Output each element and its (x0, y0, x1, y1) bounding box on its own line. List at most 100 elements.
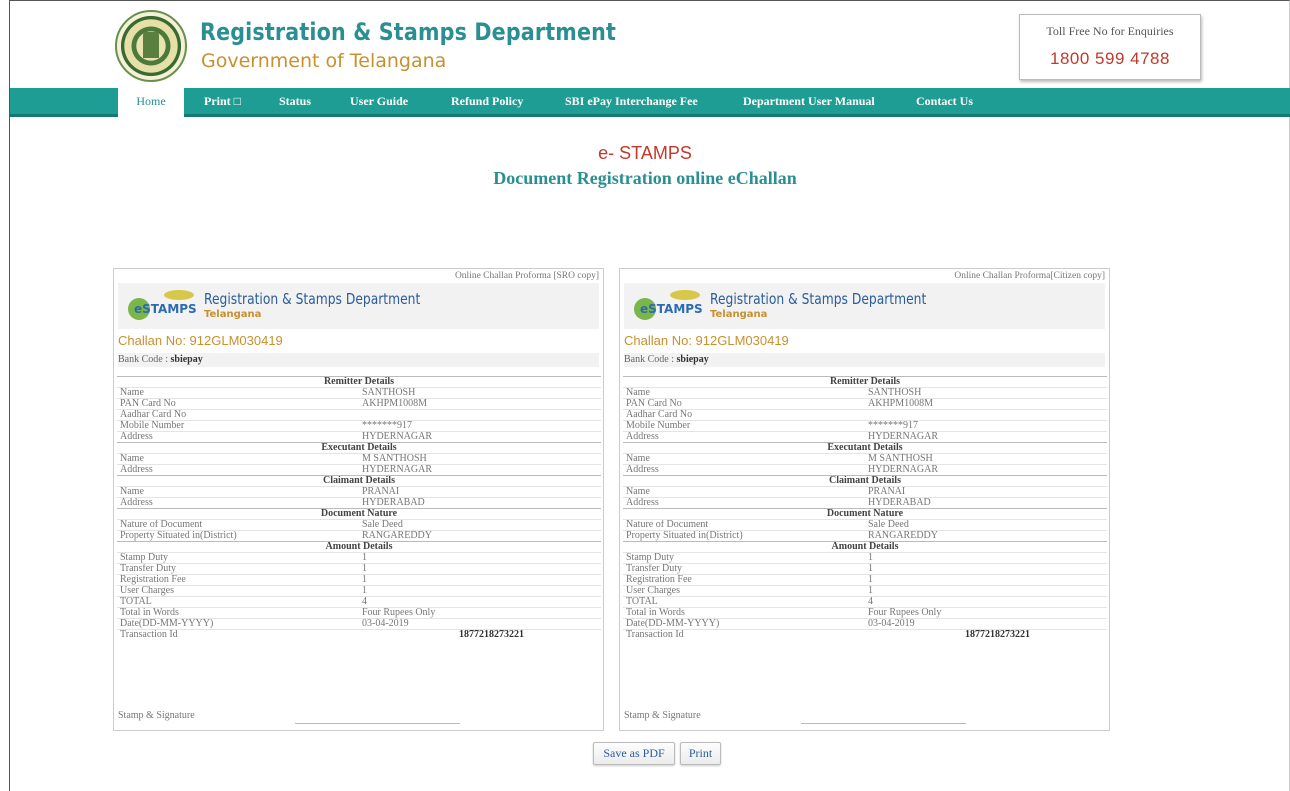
section-header-row: Executant Details (117, 442, 601, 454)
detail-value: HYDERABAD (865, 497, 1107, 509)
detail-value: HYDERNAGAR (359, 431, 601, 443)
section-header-row: Amount Details (117, 541, 601, 553)
toll-free-box: Toll Free No for Enquiries 1800 599 4788 (1019, 14, 1201, 80)
signature-line (801, 723, 966, 724)
section-header-row: Claimant Details (623, 475, 1107, 487)
transaction-label: Transaction Id (117, 629, 359, 640)
section-header-row: Amount Details (623, 541, 1107, 553)
detail-label: Property Situated in(District) (117, 530, 359, 542)
nav-user-guide[interactable]: User Guide (350, 88, 408, 114)
detail-label: Address (623, 497, 865, 509)
section-header-row: Remitter Details (117, 376, 601, 388)
detail-row: Stamp Duty 1 (117, 552, 601, 564)
estamps-logo: eSTAMPS (122, 288, 198, 324)
detail-row: Mobile Number *******917 (117, 420, 601, 432)
print-button[interactable]: Print (680, 742, 721, 765)
nav-refund-policy[interactable]: Refund Policy (451, 88, 523, 114)
detail-value: 1 (359, 585, 601, 597)
estamps-heading: e- STAMPS (598, 143, 692, 163)
nav-print[interactable]: Print □ (204, 88, 241, 114)
detail-value (865, 409, 1107, 421)
detail-value: Four Rupees Only (359, 607, 601, 619)
detail-value: HYDERNAGAR (865, 431, 1107, 443)
detail-row: Name SANTHOSH (117, 387, 601, 399)
stamp-signature-label: Stamp & Signature (624, 710, 701, 721)
detail-value: HYDERABAD (359, 497, 601, 509)
detail-value: 03-04-2019 (359, 618, 601, 630)
section-title: Executant Details (623, 442, 1107, 454)
challan-logo-bar: eSTAMPS Registration & Stamps Department… (118, 283, 599, 329)
detail-row: Address HYDERNAGAR (623, 464, 1107, 476)
detail-label: PAN Card No (623, 398, 865, 410)
detail-value: 4 (359, 596, 601, 608)
challan-panel-citizen: Online Challan Proforma[Citizen copy] eS… (619, 268, 1110, 731)
detail-value: HYDERNAGAR (359, 464, 601, 476)
detail-row: Property Situated in(District) RANGAREDDY (117, 530, 601, 542)
section-header-row: Remitter Details (623, 376, 1107, 388)
detail-row: Property Situated in(District) RANGAREDDY (623, 530, 1107, 542)
transaction-id: 1877218273221 (359, 629, 601, 640)
transaction-label: Transaction Id (623, 629, 865, 640)
detail-label: Total in Words (117, 607, 359, 619)
detail-value: *******917 (865, 420, 1107, 432)
detail-row: PAN Card No AKHPM1008M (623, 398, 1107, 410)
detail-label: Mobile Number (623, 420, 865, 432)
detail-label: Property Situated in(District) (623, 530, 865, 542)
detail-value: 1 (865, 552, 1107, 564)
detail-label: Stamp Duty (117, 552, 359, 564)
bank-code-label: Bank Code : (624, 354, 674, 365)
proforma-label: Online Challan Proforma [SRO copy] (454, 271, 599, 281)
detail-label: PAN Card No (117, 398, 359, 410)
detail-label: Address (623, 464, 865, 476)
detail-value: 1 (865, 563, 1107, 575)
detail-value: RANGAREDDY (865, 530, 1107, 542)
save-as-pdf-button[interactable]: Save as PDF (593, 742, 675, 765)
detail-row: Address HYDERABAD (623, 497, 1107, 509)
detail-row: Nature of Document Sale Deed (623, 519, 1107, 531)
estamps-logo: eSTAMPS (628, 288, 704, 324)
detail-value: HYDERNAGAR (865, 464, 1107, 476)
detail-row: User Charges 1 (117, 585, 601, 597)
detail-label: User Charges (623, 585, 865, 597)
toll-free-number: 1800 599 4788 (1050, 49, 1170, 68)
detail-value: M SANTHOSH (359, 453, 601, 465)
bank-code-value: sbiepay (170, 354, 203, 365)
section-title: Amount Details (117, 541, 601, 553)
transaction-row: Transaction Id 1877218273221 (117, 629, 601, 640)
bank-code-row: Bank Code : sbiepay (624, 353, 1105, 367)
detail-value: PRANAI (359, 486, 601, 498)
nav-contact-us[interactable]: Contact Us (916, 88, 973, 114)
section-header-row: Document Nature (623, 508, 1107, 520)
stamp-signature-label: Stamp & Signature (118, 710, 195, 721)
nav-department-user-manual[interactable]: Department User Manual (743, 88, 875, 114)
detail-value (359, 409, 601, 421)
department-subtitle: Government of Telangana (201, 50, 447, 72)
challan-state: Telangana (204, 309, 262, 320)
detail-label: User Charges (117, 585, 359, 597)
detail-label: Address (117, 431, 359, 443)
nav-home[interactable]: Home (118, 88, 184, 117)
detail-label: Name (117, 453, 359, 465)
page-title: Document Registration online eChallan (493, 168, 797, 188)
detail-label: Nature of Document (623, 519, 865, 531)
nav-sbi-epay-fee[interactable]: SBI ePay Interchange Fee (565, 88, 698, 114)
detail-value: PRANAI (865, 486, 1107, 498)
detail-row: Date(DD-MM-YYYY) 03-04-2019 (623, 618, 1107, 630)
detail-row: TOTAL 4 (623, 596, 1107, 608)
nav-status[interactable]: Status (279, 88, 311, 114)
detail-row: Name M SANTHOSH (117, 453, 601, 465)
detail-label: TOTAL (623, 596, 865, 608)
detail-row: Total in Words Four Rupees Only (623, 607, 1107, 619)
detail-row: Aadhar Card No (117, 409, 601, 421)
challan-logo-bar: eSTAMPS Registration & Stamps Department… (624, 283, 1105, 329)
section-title: Claimant Details (623, 475, 1107, 487)
detail-label: Name (117, 387, 359, 399)
detail-row: Transfer Duty 1 (623, 563, 1107, 575)
bank-code-row: Bank Code : sbiepay (118, 353, 599, 367)
site-header: Registration & Stamps Department Governm… (0, 0, 1290, 88)
detail-label: Registration Fee (623, 574, 865, 586)
detail-value: M SANTHOSH (865, 453, 1107, 465)
section-title: Remitter Details (623, 376, 1107, 388)
detail-value: 1 (865, 574, 1107, 586)
section-title: Document Nature (117, 508, 601, 520)
